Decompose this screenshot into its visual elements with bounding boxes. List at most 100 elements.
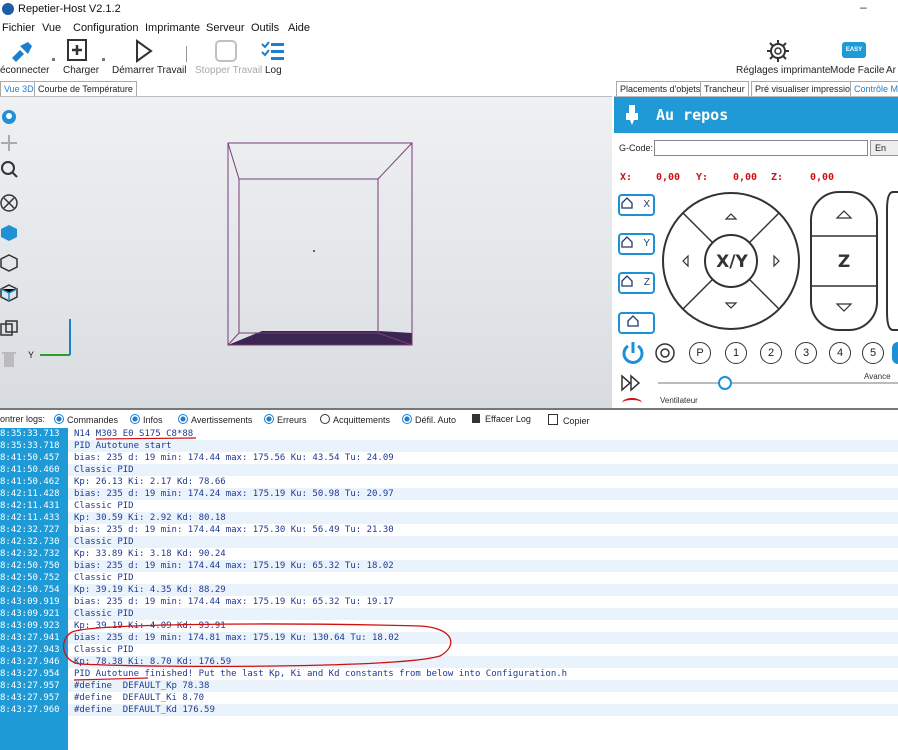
menu-fichier[interactable]: Fichier xyxy=(2,22,35,34)
menu-aide[interactable]: Aide xyxy=(288,22,310,34)
log-button[interactable]: Log xyxy=(258,36,288,80)
xy-jog-label: X/Y xyxy=(716,252,748,272)
z-jog-label: Z xyxy=(837,252,851,272)
copy-log-button[interactable]: Copier xyxy=(548,414,590,426)
log-time: 8:43:09.919 xyxy=(0,597,60,607)
tab-object-placement[interactable]: Placements d'objets xyxy=(616,81,705,96)
fan-icon xyxy=(622,398,642,408)
minimize-button[interactable]: – xyxy=(860,0,867,14)
toolbar-extra[interactable]: Ar xyxy=(886,65,896,76)
move-icon[interactable] xyxy=(0,134,18,152)
log-time: 8:43:27.957 xyxy=(0,693,60,703)
autoscroll-toggle[interactable]: Défil. Auto xyxy=(402,414,456,425)
log-row[interactable]: 8:35:33.718 PID Autotune start xyxy=(0,440,898,452)
menu-serveur[interactable]: Serveur xyxy=(206,22,245,34)
clear-log-button[interactable]: Effacer Log xyxy=(472,414,531,424)
radio-on-icon xyxy=(54,414,64,424)
extruder-1-button[interactable]: 1 xyxy=(725,342,747,364)
log-row[interactable]: 8:42:32.730 Classic PID xyxy=(0,536,898,548)
filter-infos[interactable]: Infos xyxy=(130,414,163,425)
filter-commands[interactable]: Commandes xyxy=(54,414,118,425)
log-row[interactable]: 8:43:09.919 bias: 235 d: 19 min: 174.44 m… xyxy=(0,596,898,608)
fit-view-icon[interactable] xyxy=(0,194,18,212)
log-row[interactable]: 8:43:27.957 #define DEFAULT_Kp 78.38 xyxy=(0,680,898,692)
gcode-input[interactable] xyxy=(654,140,868,156)
feed-rate-slider-thumb[interactable] xyxy=(718,376,732,390)
log-row[interactable]: 8:41:50.460 Classic PID xyxy=(0,464,898,476)
log-row[interactable]: 8:42:50.754 Kp: 39.19 Ki: 4.35 Kd: 88.29 xyxy=(0,584,898,596)
stop-job-button[interactable]: Stopper Travail xyxy=(192,36,262,80)
log-message: bias: 235 d: 19 min: 174.44 max: 175.19 … xyxy=(74,597,394,607)
log-row[interactable]: 8:42:50.752 Classic PID xyxy=(0,572,898,584)
menu-imprimante[interactable]: Imprimante xyxy=(145,22,200,34)
log-row[interactable]: 8:43:27.954 PID Autotune finished! Put th… xyxy=(0,668,898,680)
log-row[interactable]: 8:42:11.431 Classic PID xyxy=(0,500,898,512)
park-button[interactable]: P xyxy=(689,342,711,364)
feed-rate-slider[interactable] xyxy=(658,382,898,384)
e-jog-pad[interactable] xyxy=(885,190,898,332)
log-message: Classic PID xyxy=(74,573,134,583)
log-row[interactable]: 8:43:09.923 Kp: 39.19 Ki: 4.09 Kd: 93.91 xyxy=(0,620,898,632)
cube-front-icon[interactable] xyxy=(0,224,18,242)
home-z-label: Z xyxy=(643,277,650,288)
list-icon xyxy=(261,41,284,60)
extruder-4-button[interactable]: 4 xyxy=(829,342,851,364)
printer-settings-button[interactable]: Réglages imprimante xyxy=(736,36,831,80)
filter-errors[interactable]: Erreurs xyxy=(264,414,307,425)
log-row[interactable]: 8:42:11.428 bias: 235 d: 19 min: 174.24 m… xyxy=(0,488,898,500)
cube-top-icon[interactable] xyxy=(0,254,18,272)
menu-vue[interactable]: Vue xyxy=(42,22,61,34)
start-job-button[interactable]: Démarrer Travail xyxy=(108,36,186,80)
tab-slicer[interactable]: Trancheur xyxy=(700,81,749,96)
z-position: 0,00 xyxy=(810,172,835,183)
tab-manual-control[interactable]: Contrôle Ma xyxy=(850,81,898,96)
log-row[interactable]: 8:42:11.433 Kp: 30.59 Ki: 2.92 Kd: 80.18 xyxy=(0,512,898,524)
log-time: 8:42:32.730 xyxy=(0,537,60,547)
log-row[interactable]: 8:43:27.941 bias: 235 d: 19 min: 174.81 m… xyxy=(0,632,898,644)
send-gcode-button[interactable]: En xyxy=(870,140,898,156)
tab-print-preview[interactable]: Pré visualiser impression xyxy=(751,81,860,96)
log-row[interactable]: 8:41:50.457 bias: 235 d: 19 min: 174.44 m… xyxy=(0,452,898,464)
log-time: 8:43:27.957 xyxy=(0,681,60,691)
load-button[interactable]: Charger xyxy=(58,36,100,80)
log-time: 8:41:50.457 xyxy=(0,453,60,463)
log-row[interactable]: 8:43:27.960 #define DEFAULT_Kd 176.59 xyxy=(0,704,898,716)
log-row[interactable]: 8:43:27.957 #define DEFAULT_Ki 8.70 xyxy=(0,692,898,704)
easy-mode-button[interactable]: EASY Mode Facile xyxy=(828,36,884,80)
log-time: 8:41:50.460 xyxy=(0,465,60,475)
app-icon xyxy=(2,3,14,15)
locate-icon[interactable] xyxy=(0,108,18,126)
log-time: 8:43:27.943 xyxy=(0,645,60,655)
log-row[interactable]: 8:35:33.713 N14 M303 E0 S175 C8*88 xyxy=(0,428,898,440)
zoom-icon[interactable] xyxy=(0,160,18,178)
log-time: 8:43:09.923 xyxy=(0,621,60,631)
tab-temperature-curve[interactable]: Courbe de Température xyxy=(34,81,137,96)
log-row[interactable]: 8:43:27.946 Kp: 78.38 Ki: 8.70 Kd: 176.59 xyxy=(0,656,898,668)
disconnect-button[interactable]: éconnecter xyxy=(0,36,49,80)
extruder-2-button[interactable]: 2 xyxy=(760,342,782,364)
window-title: Repetier-Host V2.1.2 xyxy=(18,3,121,15)
log-row[interactable]: 8:42:50.750 bias: 235 d: 19 min: 174.44 m… xyxy=(0,560,898,572)
play-icon xyxy=(136,39,153,63)
filter-warnings[interactable]: Avertissements xyxy=(178,414,252,425)
copy-object-icon[interactable] xyxy=(0,320,18,338)
motors-off-icon[interactable] xyxy=(654,342,676,364)
home-icon xyxy=(621,236,633,248)
trash-icon[interactable] xyxy=(0,350,18,368)
log-row[interactable]: 8:42:32.727 bias: 235 d: 19 min: 174.44 m… xyxy=(0,524,898,536)
tab-3d-view[interactable]: Vue 3D xyxy=(0,81,38,96)
log-row[interactable]: 8:41:50.462 Kp: 26.13 Ki: 2.17 Kd: 78.66 xyxy=(0,476,898,488)
log-row[interactable]: 8:43:09.921 Classic PID xyxy=(0,608,898,620)
log-row[interactable]: 8:43:27.943 Classic PID xyxy=(0,644,898,656)
menu-outils[interactable]: Outils xyxy=(251,22,279,34)
3d-viewport[interactable]: Y xyxy=(0,96,612,409)
power-icon[interactable] xyxy=(620,340,646,366)
extruder-6-button[interactable] xyxy=(892,342,898,364)
filter-acks[interactable]: Acquittements xyxy=(320,414,390,425)
log-row[interactable]: 8:42:32.732 Kp: 33.89 Ki: 3.18 Kd: 90.24 xyxy=(0,548,898,560)
menu-configuration[interactable]: Configuration xyxy=(73,22,138,34)
extruder-5-button[interactable]: 5 xyxy=(862,342,884,364)
extruder-3-button[interactable]: 3 xyxy=(795,342,817,364)
log-message: PID Autotune start xyxy=(74,441,172,451)
cube-side-icon[interactable] xyxy=(0,284,18,302)
